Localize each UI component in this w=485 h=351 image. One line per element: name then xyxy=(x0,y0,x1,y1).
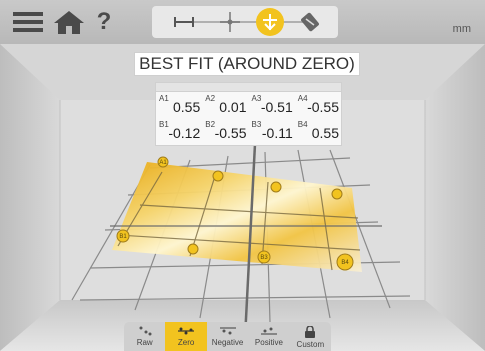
cell-b4: B4 0.55 xyxy=(297,120,339,141)
fit-step-icon[interactable] xyxy=(256,8,284,36)
fit-mode-toolbar: Raw Zero Negative Positive Custom xyxy=(124,322,331,351)
zero-label: Zero xyxy=(177,338,195,347)
cell-b2: B2 -0.55 xyxy=(205,120,247,141)
marker-label-b1: B1 xyxy=(119,234,127,240)
zero-icon xyxy=(178,327,195,335)
cell-b1: B1 -0.12 xyxy=(159,120,201,141)
cell-a3: A3 -0.51 xyxy=(251,94,293,115)
marker-b2 xyxy=(187,243,199,255)
help-button[interactable]: ? xyxy=(94,8,114,36)
custom-button[interactable]: Custom xyxy=(290,322,331,351)
marker-a3 xyxy=(270,181,282,193)
marker-label-b4: B4 xyxy=(341,260,349,266)
raw-button[interactable]: Raw xyxy=(124,322,165,351)
positive-button[interactable]: Positive xyxy=(248,322,289,351)
zero-button[interactable]: Zero xyxy=(165,322,207,351)
marker-a4 xyxy=(331,188,343,200)
raw-label: Raw xyxy=(136,338,153,347)
distance-step-icon[interactable] xyxy=(170,8,198,36)
menu-icon[interactable] xyxy=(12,8,44,36)
center-step-icon[interactable] xyxy=(216,8,244,36)
top-bar: ? mm xyxy=(0,0,485,44)
custom-label: Custom xyxy=(296,340,325,349)
page-title: BEST FIT (AROUND ZERO) xyxy=(134,52,360,76)
positive-label: Positive xyxy=(254,338,283,347)
unit-label: mm xyxy=(452,23,471,35)
raw-icon xyxy=(139,326,152,336)
negative-label: Negative xyxy=(211,338,244,347)
table-row: A1 0.55 A2 0.01 A3 -0.51 A4 -0.55 xyxy=(156,92,341,118)
calibrate-step-icon[interactable] xyxy=(296,8,324,36)
deviation-table: A1 0.55 A2 0.01 A3 -0.51 A4 -0.55 B1 -0.12 B2… xyxy=(155,82,342,146)
home-icon[interactable] xyxy=(52,8,86,36)
positive-icon xyxy=(260,327,277,335)
negative-icon xyxy=(219,327,236,335)
cell-a1: A1 0.55 xyxy=(159,94,201,115)
marker-a2 xyxy=(212,170,224,182)
negative-button[interactable]: Negative xyxy=(207,322,248,351)
workflow-stepper xyxy=(152,6,338,38)
cell-b3: B3 -0.11 xyxy=(251,120,293,141)
lock-icon xyxy=(305,326,316,338)
cell-a4: A4 -0.55 xyxy=(297,94,339,115)
cell-a2: A2 0.01 xyxy=(205,94,247,115)
table-row: B1 -0.12 B2 -0.55 B3 -0.11 B4 0.55 xyxy=(156,118,341,144)
marker-label-a1: A1 xyxy=(159,160,167,166)
marker-label-b3: B3 xyxy=(260,255,268,261)
